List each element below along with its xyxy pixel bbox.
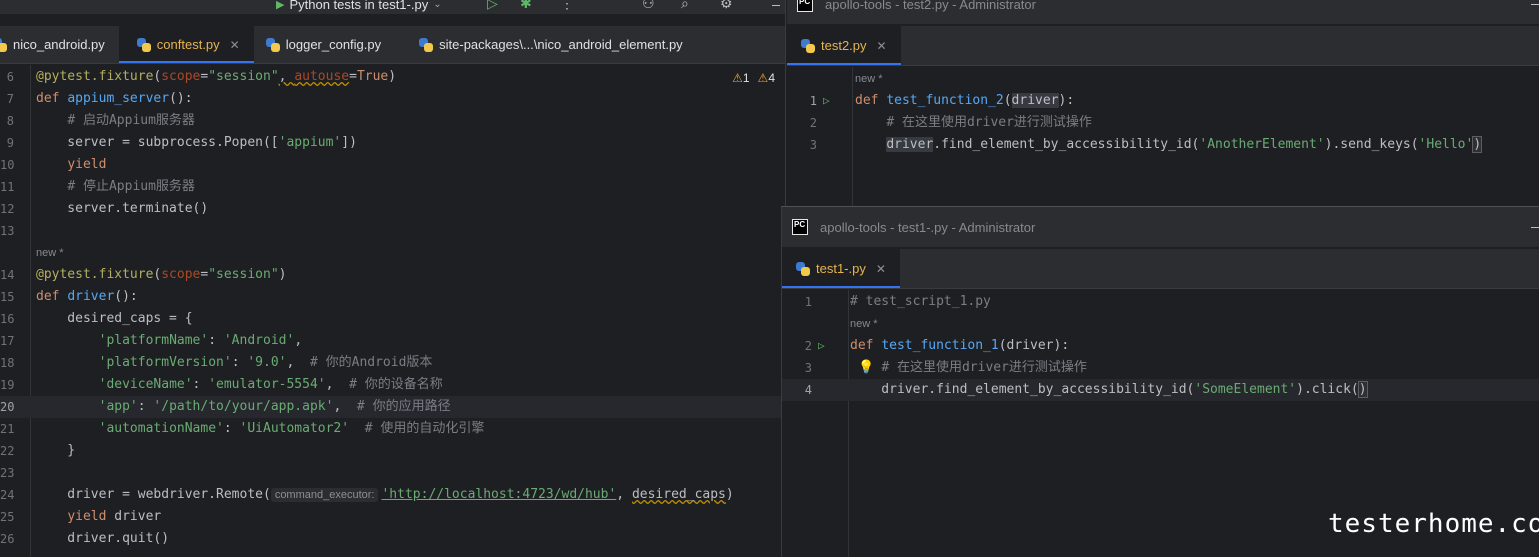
code-line: 14 @pytest.fixture(scope="session")	[0, 267, 287, 282]
code-line: 24 driver = webdriver.Remote(command_exe…	[0, 487, 734, 502]
window-title: apollo-tools - test1-.py - Administrator	[820, 219, 1036, 235]
python-tests-icon: ▶	[276, 0, 285, 11]
settings-gear-icon[interactable]: ⚙	[720, 0, 733, 10]
chevron-down-icon: ⌄	[433, 0, 442, 10]
python-file-icon	[801, 38, 815, 53]
code-line-current: 20 'app': '/path/to/your/app.apk', # 你的应…	[0, 396, 785, 418]
code-line: 13	[0, 224, 15, 238]
debug-icon[interactable]: ✱	[520, 0, 532, 10]
python-file-icon	[0, 37, 7, 52]
code-line: 1 # test_script_1.py	[804, 294, 991, 309]
code-line: 22 }	[0, 443, 76, 458]
run-test-gutter-icon[interactable]: ▷	[818, 335, 825, 357]
code-line: 3 driver.find_element_by_accessibility_i…	[809, 136, 1483, 153]
search-icon[interactable]: ⌕	[681, 0, 689, 10]
code-line: 15 def driver():	[0, 289, 138, 304]
run-configuration-selector[interactable]: ▶ Python tests in test1-.py ⌄	[276, 0, 442, 12]
code-line: 3 💡 # 在这里使用driver进行测试操作	[782, 357, 1539, 379]
run-test-gutter-icon[interactable]: ▷	[823, 90, 830, 112]
window-title-bar: PC apollo-tools - test2.py - Administrat…	[787, 0, 1539, 24]
python-file-icon	[265, 37, 280, 52]
more-options-icon[interactable]: ⋮	[560, 0, 574, 10]
code-line: 8 # 启动Appium服务器	[6, 113, 195, 128]
tab-logger-config[interactable]: logger_config.py	[254, 26, 395, 63]
code-line: 25 yield driver	[0, 509, 162, 524]
code-line: 2 ▷ def test_function_1(driver):	[782, 335, 1539, 357]
code-vision-hint[interactable]: new *	[0, 242, 785, 264]
code-line: 18 'platformVersion': '9.0', # 你的Android…	[0, 355, 433, 370]
main-toolbar: ▶ Python tests in test1-.py ⌄ ▷ ✱ ⋮ ⚇ ⌕ …	[0, 0, 785, 14]
run-icon[interactable]: ▷	[487, 0, 498, 10]
code-vision-hint[interactable]: new *	[782, 313, 1539, 335]
python-file-icon	[796, 261, 810, 276]
window-title-bar: PC apollo-tools - test1-.py - Administra…	[782, 207, 1539, 247]
code-line: 9 server = subprocess.Popen(['appium'])	[6, 135, 357, 150]
add-user-icon[interactable]: ⚇	[642, 0, 655, 10]
code-line: 19 'deviceName': 'emulator-5554', # 你的设备…	[0, 377, 443, 392]
window-minimize-icon[interactable]	[1531, 227, 1539, 228]
close-tab-icon[interactable]: ✕	[877, 39, 887, 53]
code-line: 12 server.terminate()	[0, 201, 209, 216]
window-minimize-icon[interactable]	[1531, 4, 1539, 5]
window-title: apollo-tools - test2.py - Administrator	[825, 0, 1036, 12]
close-tab-icon[interactable]: ✕	[230, 38, 240, 52]
code-line: 10 yield	[0, 157, 107, 172]
code-line: 2 # 在这里使用driver进行测试操作	[809, 115, 1092, 130]
code-line: 11 # 停止Appium服务器	[0, 179, 195, 194]
editor-window-test1: PC apollo-tools - test1-.py - Administra…	[781, 206, 1539, 557]
pycharm-logo-icon: PC	[797, 0, 813, 12]
code-line: 1 ▷ def test_function_2(driver):	[787, 90, 1539, 112]
tab-nico-android-element[interactable]: site-packages\...\nico_android_element.p…	[395, 26, 697, 63]
code-vision-hint[interactable]: new *	[787, 68, 1539, 90]
code-line: 26 driver.quit()	[0, 531, 170, 546]
python-file-icon	[419, 37, 434, 52]
code-editor[interactable]: 1 # test_script_1.py new * 2 ▷ def test_fun…	[782, 290, 1539, 557]
code-line: 6 @pytest.fixture(scope="session", autous…	[6, 69, 397, 84]
tab-test2[interactable]: test2.py ✕	[787, 26, 901, 65]
editor-window-test2: PC apollo-tools - test2.py - Administrat…	[787, 0, 1539, 208]
code-line: 7 def appium_server():	[6, 91, 193, 106]
pycharm-logo-icon: PC	[792, 219, 808, 235]
window-minimize-icon[interactable]	[772, 5, 780, 6]
code-line: 21 'automationName': 'UiAutomator2' # 使用…	[0, 421, 485, 436]
code-line: 17 'platformName': 'Android',	[0, 333, 303, 348]
editor-tabs: test1-.py ✕	[782, 249, 1539, 289]
editor-window-conftest: ▶ Python tests in test1-.py ⌄ ▷ ✱ ⋮ ⚇ ⌕ …	[0, 0, 786, 557]
tab-nico-android[interactable]: nico_android.py	[0, 26, 119, 63]
editor-tabs: test2.py ✕	[787, 26, 1539, 66]
code-line: 23	[0, 466, 15, 480]
code-line-current: 4 driver.find_element_by_accessibility_i…	[782, 379, 1539, 401]
parameter-hint: command_executor:	[270, 488, 379, 502]
code-line: 16 desired_caps = {	[0, 311, 193, 326]
python-file-icon	[136, 37, 151, 52]
close-tab-icon[interactable]: ✕	[876, 262, 886, 276]
editor-tabs: nico_android.py conftest.py ✕ logger_con…	[0, 26, 785, 64]
tab-conftest[interactable]: conftest.py ✕	[118, 26, 254, 63]
code-editor[interactable]: new * 1 ▷ def test_function_2(driver): 2 #…	[787, 67, 1539, 208]
tab-test1[interactable]: test1-.py ✕	[782, 249, 900, 288]
code-editor[interactable]: ⚠1 ⚠4 6 @pytest.fixture(scope="session", …	[0, 65, 785, 557]
